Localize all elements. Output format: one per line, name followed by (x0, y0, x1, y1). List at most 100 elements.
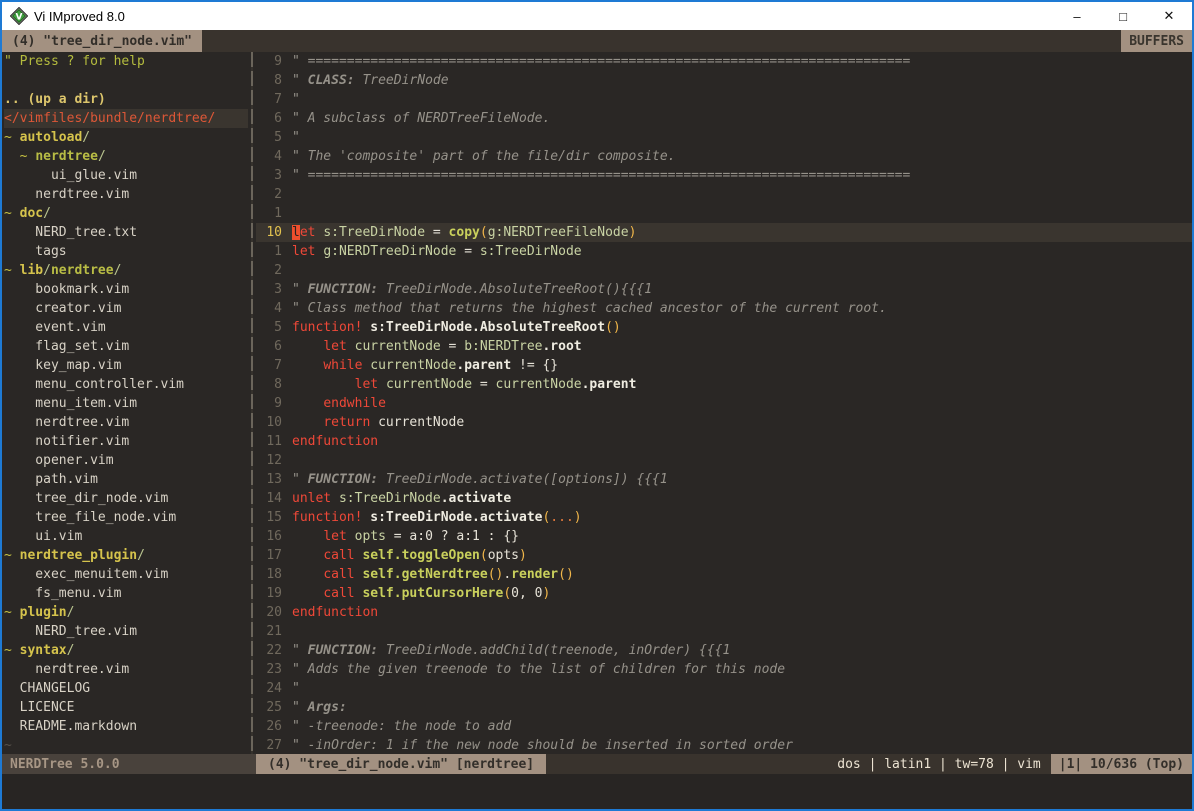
tree-item-flag-set[interactable]: flag_set.vim (4, 337, 248, 356)
tree-blank[interactable] (4, 71, 248, 90)
code-line[interactable]: 8" CLASS: TreeDirNode (256, 71, 1192, 90)
line-number: 6 (256, 337, 282, 356)
tree-item-nerdtree-lib[interactable]: nerdtree.vim (4, 413, 248, 432)
code-text: endfunction (282, 603, 378, 622)
code-line[interactable]: 2 (256, 261, 1192, 280)
code-line[interactable]: 14unlet s:TreeDirNode.activate (256, 489, 1192, 508)
code-line[interactable]: 9" =====================================… (256, 52, 1192, 71)
tree-item-doc[interactable]: ~ doc/ (4, 204, 248, 223)
code-line[interactable]: 5function! s:TreeDirNode.AbsoluteTreeRoo… (256, 318, 1192, 337)
tree-item-event[interactable]: event.vim (4, 318, 248, 337)
tree-item-nerd-tree-txt[interactable]: NERD_tree.txt (4, 223, 248, 242)
window-title: Vi IMproved 8.0 (34, 9, 1054, 24)
tree-item-tree-file-node[interactable]: tree_file_node.vim (4, 508, 248, 527)
code-line[interactable]: 24" (256, 679, 1192, 698)
tree-item-nerdtree-dir[interactable]: ~ nerdtree/ (4, 147, 248, 166)
code-line[interactable]: 17 call self.toggleOpen(opts) (256, 546, 1192, 565)
tree-item-nerdtree-plugin[interactable]: ~ nerdtree_plugin/ (4, 546, 248, 565)
code-line[interactable]: 4" Class method that returns the highest… (256, 299, 1192, 318)
code-line[interactable]: 18 call self.getNerdtree().render() (256, 565, 1192, 584)
tree-item-bookmark[interactable]: bookmark.vim (4, 280, 248, 299)
tree-item-opener[interactable]: opener.vim (4, 451, 248, 470)
tree-item-autoload[interactable]: ~ autoload/ (4, 128, 248, 147)
tree-item-lib-nerdtree[interactable]: ~ lib/nerdtree/ (4, 261, 248, 280)
code-line[interactable]: 22" FUNCTION: TreeDirNode.addChild(treen… (256, 641, 1192, 660)
tree-item-menu-item[interactable]: menu_item.vim (4, 394, 248, 413)
code-line[interactable]: 25" Args: (256, 698, 1192, 717)
code-line[interactable]: 11endfunction (256, 432, 1192, 451)
tree-nontext[interactable]: ~ (4, 736, 248, 754)
code-line[interactable]: 6" A subclass of NERDTreeFileNode. (256, 109, 1192, 128)
code-line[interactable]: 6 let currentNode = b:NERDTree.root (256, 337, 1192, 356)
close-button[interactable]: ✕ (1146, 2, 1192, 30)
line-number: 6 (256, 109, 282, 128)
code-text: " ======================================… (282, 52, 910, 71)
minimize-button[interactable]: – (1054, 2, 1100, 30)
tree-item-nerd-tree-vim[interactable]: NERD_tree.vim (4, 622, 248, 641)
code-line-current[interactable]: 10let s:TreeDirNode = copy(g:NERDTreeFil… (256, 223, 1192, 242)
tree-item-creator[interactable]: creator.vim (4, 299, 248, 318)
line-number: 17 (256, 546, 282, 565)
tree-item-key-map[interactable]: key_map.vim (4, 356, 248, 375)
code-text: let currentNode = b:NERDTree.root (282, 337, 582, 356)
code-line[interactable]: 26" -treenode: the node to add (256, 717, 1192, 736)
code-line[interactable]: 20endfunction (256, 603, 1192, 622)
command-line[interactable] (2, 774, 1192, 809)
code-line[interactable]: 7 while currentNode.parent != {} (256, 356, 1192, 375)
code-line[interactable]: 23" Adds the given treenode to the list … (256, 660, 1192, 679)
tree-item-licence[interactable]: LICENCE (4, 698, 248, 717)
tree-item-readme[interactable]: README.markdown (4, 717, 248, 736)
code-text: function! s:TreeDirNode.AbsoluteTreeRoot… (282, 318, 621, 337)
tree-item-syntax[interactable]: ~ syntax/ (4, 641, 248, 660)
line-number: 12 (256, 451, 282, 470)
tree-item-ui-glue[interactable]: ui_glue.vim (4, 166, 248, 185)
code-buffer: 9" =====================================… (256, 52, 1192, 754)
tree-item-up-a-dir[interactable]: .. (up a dir) (4, 90, 248, 109)
code-line[interactable]: 8 let currentNode = currentNode.parent (256, 375, 1192, 394)
tree-item-notifier[interactable]: notifier.vim (4, 432, 248, 451)
line-number: 10 (256, 223, 282, 242)
code-line[interactable]: 13" FUNCTION: TreeDirNode.activate([opti… (256, 470, 1192, 489)
code-line[interactable]: 9 endwhile (256, 394, 1192, 413)
code-line[interactable]: 1let g:NERDTreeDirNode = s:TreeDirNode (256, 242, 1192, 261)
code-line[interactable]: 16 let opts = a:0 ? a:1 : {} (256, 527, 1192, 546)
tree-item-fs-menu[interactable]: fs_menu.vim (4, 584, 248, 603)
code-text: " FUNCTION: TreeDirNode.AbsoluteTreeRoot… (282, 280, 652, 299)
code-line[interactable]: 12 (256, 451, 1192, 470)
tree-item-exec-menuitem[interactable]: exec_menuitem.vim (4, 565, 248, 584)
line-number: 20 (256, 603, 282, 622)
tree-item-changelog[interactable]: CHANGELOG (4, 679, 248, 698)
code-text: unlet s:TreeDirNode.activate (282, 489, 511, 508)
code-line[interactable]: 21 (256, 622, 1192, 641)
svg-text:V: V (16, 13, 23, 23)
tree-item-nerdtree-vim[interactable]: nerdtree.vim (4, 185, 248, 204)
code-text: " Args: (282, 698, 347, 717)
code-text: call self.putCursorHere(0, 0) (282, 584, 550, 603)
tree-root-path[interactable]: </vimfiles/bundle/nerdtree/ (4, 109, 248, 128)
code-line[interactable]: 5" (256, 128, 1192, 147)
code-line[interactable]: 27" -inOrder: 1 if the new node should b… (256, 736, 1192, 754)
tree-item-tree-dir-node[interactable]: tree_dir_node.vim (4, 489, 248, 508)
tree-item-path[interactable]: path.vim (4, 470, 248, 489)
maximize-button[interactable]: □ (1100, 2, 1146, 30)
tree-item-tags[interactable]: tags (4, 242, 248, 261)
code-line[interactable]: 2 (256, 185, 1192, 204)
tree-item-ui[interactable]: ui.vim (4, 527, 248, 546)
code-line[interactable]: 3" =====================================… (256, 166, 1192, 185)
code-line[interactable]: 10 return currentNode (256, 413, 1192, 432)
code-line[interactable]: 15function! s:TreeDirNode.activate(...) (256, 508, 1192, 527)
code-line[interactable]: 4" The 'composite' part of the file/dir … (256, 147, 1192, 166)
tree-item-plugin[interactable]: ~ plugin/ (4, 603, 248, 622)
code-line[interactable]: 3" FUNCTION: TreeDirNode.AbsoluteTreeRoo… (256, 280, 1192, 299)
window-split-separator[interactable] (248, 52, 256, 754)
tree-item-nerdtree-syntax[interactable]: nerdtree.vim (4, 660, 248, 679)
code-text: " ======================================… (282, 166, 910, 185)
tab-tree-dir-node[interactable]: (4) "tree_dir_node.vim" (2, 30, 202, 52)
tree-help-line[interactable]: " Press ? for help (4, 52, 248, 71)
tree-item-menu-controller[interactable]: menu_controller.vim (4, 375, 248, 394)
code-line[interactable]: 7" (256, 90, 1192, 109)
line-number: 22 (256, 641, 282, 660)
status-fill (546, 754, 827, 774)
code-line[interactable]: 1 (256, 204, 1192, 223)
code-line[interactable]: 19 call self.putCursorHere(0, 0) (256, 584, 1192, 603)
